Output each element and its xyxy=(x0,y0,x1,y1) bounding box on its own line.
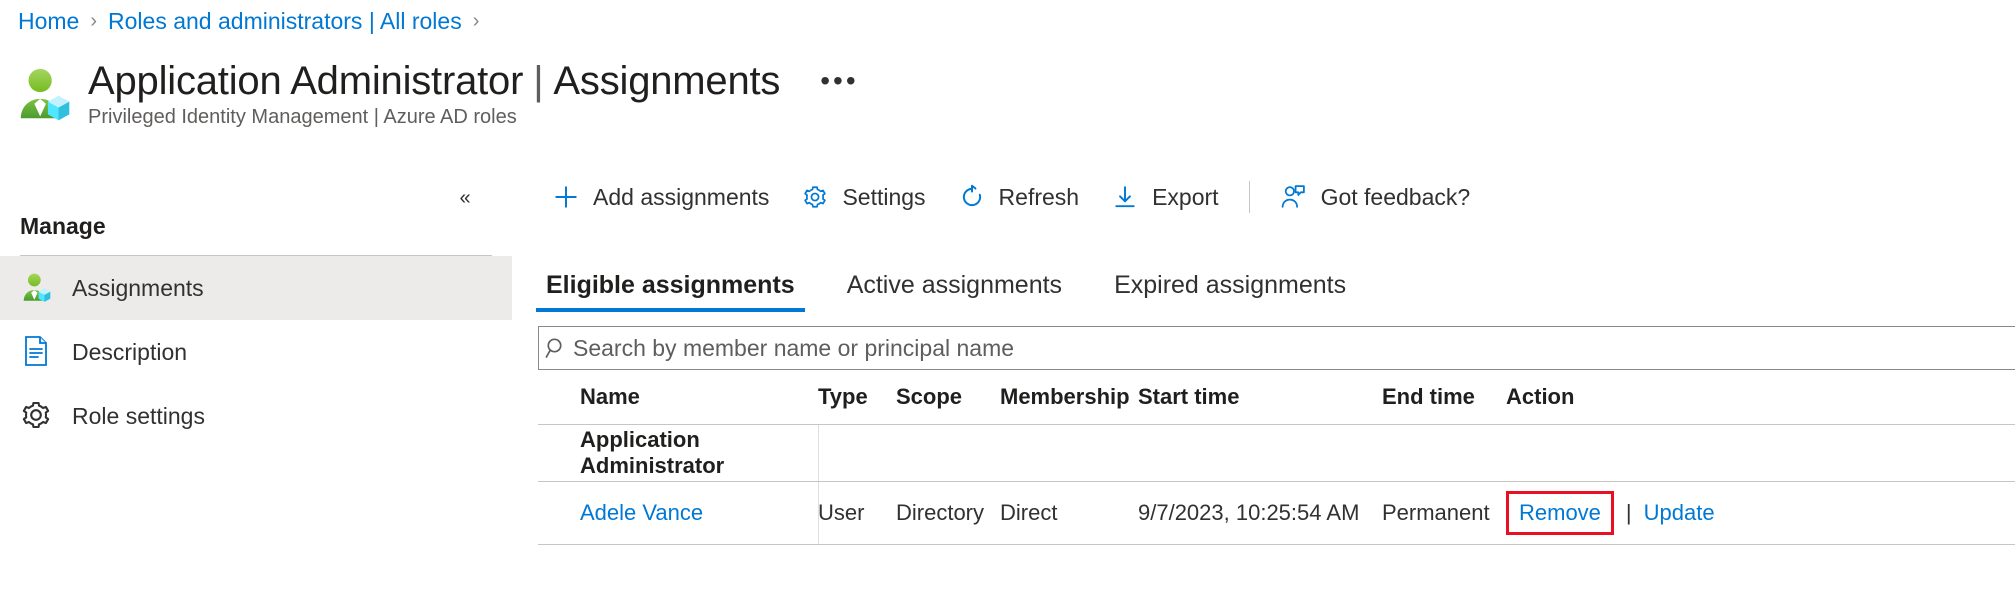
feedback-person-icon xyxy=(1280,183,1308,211)
breadcrumb: Home › Roles and administrators | All ro… xyxy=(18,4,490,38)
export-button[interactable]: Export xyxy=(1095,175,1234,219)
breadcrumb-separator-icon: › xyxy=(472,9,480,32)
sidebar-item-label: Description xyxy=(72,338,188,365)
tab-label: Eligible assignments xyxy=(546,271,795,299)
assignments-table: Name Type Scope Membership Start time En… xyxy=(538,370,2015,545)
cell-type: User xyxy=(818,500,865,525)
sidebar: « Manage Assignments Description Role se… xyxy=(0,175,512,614)
sidebar-item-assignments[interactable]: Assignments xyxy=(0,256,512,320)
page-title-separator: | xyxy=(533,59,544,103)
user-role-icon xyxy=(20,271,54,305)
gear-icon xyxy=(801,183,829,211)
column-divider xyxy=(818,425,819,481)
sidebar-item-label: Role settings xyxy=(72,402,205,429)
breadcrumb-separator-icon: › xyxy=(90,9,98,32)
column-header-name[interactable]: Name xyxy=(538,384,818,410)
tab-label: Active assignments xyxy=(846,271,1063,299)
page-title-role: Application Administrator xyxy=(88,59,524,103)
refresh-button[interactable]: Refresh xyxy=(942,175,1096,219)
tab-list: Eligible assignments Active assignments … xyxy=(528,250,2015,312)
table-header-row: Name Type Scope Membership Start time En… xyxy=(538,370,2015,424)
settings-button[interactable]: Settings xyxy=(785,175,941,219)
sidebar-nav-list: Assignments Description Role settings xyxy=(0,255,512,448)
update-link[interactable]: Update xyxy=(1644,500,1715,526)
cell-action: Remove | Update xyxy=(1506,491,1715,535)
download-icon xyxy=(1111,183,1139,211)
got-feedback-button[interactable]: Got feedback? xyxy=(1264,175,1487,219)
tab-eligible-assignments[interactable]: Eligible assignments xyxy=(536,271,805,312)
refresh-label: Refresh xyxy=(998,183,1080,210)
main-content: Add assignments Settings Refresh Export … xyxy=(528,170,2015,614)
page-header: Application Administrator | Assignments … xyxy=(14,56,865,129)
add-assignments-label: Add assignments xyxy=(593,183,770,210)
document-icon xyxy=(20,335,54,369)
cell-end-time: Permanent xyxy=(1382,500,1490,525)
tab-expired-assignments[interactable]: Expired assignments xyxy=(1104,271,1356,312)
cell-membership: Direct xyxy=(1000,500,1058,525)
column-header-scope[interactable]: Scope xyxy=(896,384,1000,410)
sidebar-item-description[interactable]: Description xyxy=(0,320,512,384)
column-header-start-time[interactable]: Start time xyxy=(1138,384,1382,410)
search-input[interactable] xyxy=(573,334,2015,362)
page-title-section: Assignments xyxy=(553,59,781,103)
remove-link[interactable]: Remove xyxy=(1519,500,1601,526)
column-divider xyxy=(818,370,819,424)
table-group-label: Application Administrator xyxy=(580,427,725,478)
plus-icon xyxy=(552,183,580,211)
column-header-end-time[interactable]: End time xyxy=(1382,384,1506,410)
search-icon xyxy=(539,336,573,360)
settings-label: Settings xyxy=(842,183,926,210)
refresh-icon xyxy=(958,183,986,211)
column-divider xyxy=(818,482,819,544)
sidebar-section-manage: Manage xyxy=(20,213,106,239)
breadcrumb-item-home[interactable]: Home xyxy=(18,8,79,35)
cell-start-time: 9/7/2023, 10:25:54 AM xyxy=(1138,500,1360,525)
got-feedback-label: Got feedback? xyxy=(1320,183,1471,210)
cell-scope: Directory xyxy=(896,500,985,525)
column-header-type[interactable]: Type xyxy=(818,384,896,410)
column-header-action[interactable]: Action xyxy=(1506,384,1706,410)
page-subtitle: Privileged Identity Management | Azure A… xyxy=(88,106,517,128)
search-box[interactable] xyxy=(538,326,2015,370)
toolbar-divider xyxy=(1248,181,1250,213)
collapse-sidebar-icon[interactable]: « xyxy=(450,183,480,213)
user-role-icon xyxy=(14,64,76,126)
action-separator: | xyxy=(1625,500,1632,525)
tab-active-assignments[interactable]: Active assignments xyxy=(837,271,1072,312)
more-options-icon[interactable]: ••• xyxy=(814,67,864,95)
sidebar-item-role-settings[interactable]: Role settings xyxy=(0,384,512,448)
sidebar-item-label: Assignments xyxy=(72,274,204,301)
page-title: Application Administrator | Assignments … xyxy=(88,56,865,106)
cell-member-name-link[interactable]: Adele Vance xyxy=(580,500,703,525)
table-group-row: Application Administrator xyxy=(538,424,2015,481)
gear-icon xyxy=(20,399,54,433)
export-label: Export xyxy=(1152,183,1219,210)
add-assignments-button[interactable]: Add assignments xyxy=(536,175,785,219)
remove-action-highlight: Remove xyxy=(1506,491,1614,535)
tab-label: Expired assignments xyxy=(1114,271,1347,299)
table-row[interactable]: Adele Vance User Directory Direct 9/7/20… xyxy=(538,481,2015,545)
column-header-membership[interactable]: Membership xyxy=(1000,384,1138,410)
breadcrumb-item-roles-and-administrators[interactable]: Roles and administrators | All roles xyxy=(108,8,462,35)
command-bar: Add assignments Settings Refresh Export … xyxy=(528,170,2015,224)
